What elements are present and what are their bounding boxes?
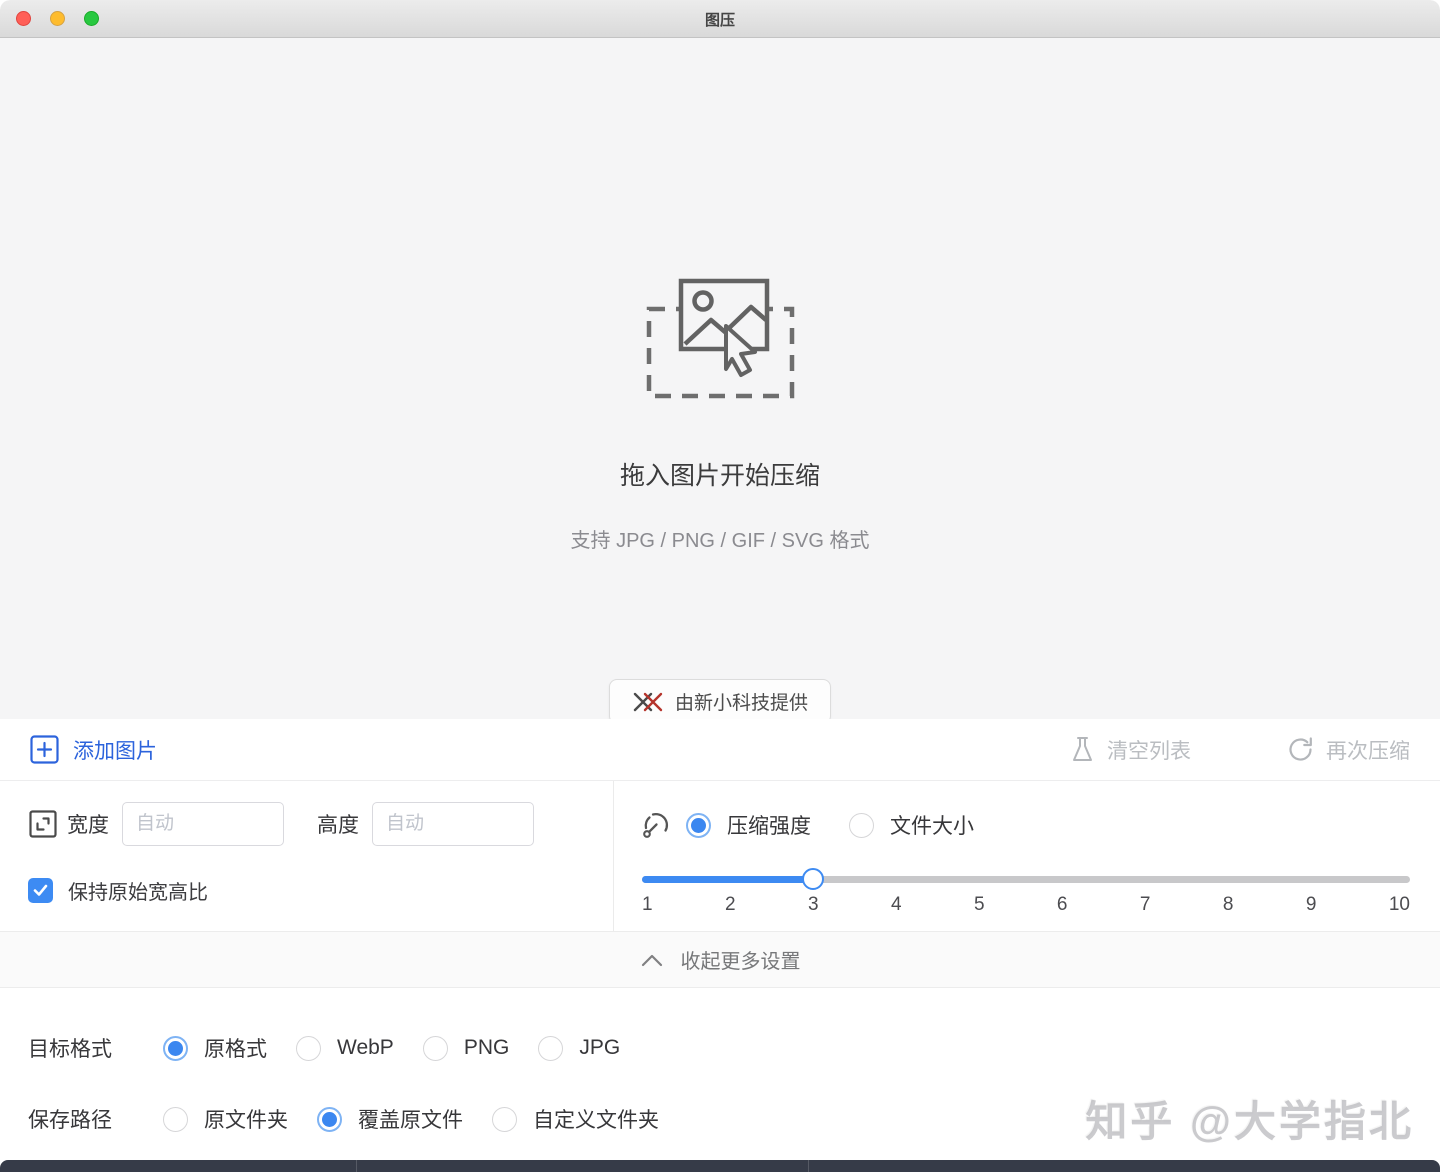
strength-slider[interactable] xyxy=(642,868,1410,890)
compression-mode-row: 压缩强度 文件大小 xyxy=(640,803,974,847)
format-option-jpg[interactable]: JPG xyxy=(538,1035,621,1061)
format-original-label: 原格式 xyxy=(204,1038,267,1061)
format-option-png[interactable]: PNG xyxy=(422,1035,510,1061)
path-option-overwrite[interactable]: 覆盖原文件 xyxy=(317,1104,463,1134)
target-format-row: 目标格式 原格式 WebP PNG JPG xyxy=(28,1026,649,1070)
dark-bar-separator xyxy=(808,1160,809,1172)
radio-format-webp[interactable] xyxy=(296,1035,321,1061)
bottom-dark-bar xyxy=(0,1160,1440,1172)
target-format-label: 目标格式 xyxy=(28,1038,112,1061)
settings-panel: 宽度 高度 保持原始宽高比 压缩 xyxy=(0,781,1440,931)
more-settings-panel: 目标格式 原格式 WebP PNG JPG 保存路径 原文件夹 覆盖原文件 自定… xyxy=(0,988,1440,1160)
flask-icon xyxy=(1070,736,1095,763)
drop-zone-subtitle: 支持 JPG / PNG / GIF / SVG 格式 xyxy=(570,530,870,552)
drop-zone[interactable]: 拖入图片开始压缩 支持 JPG / PNG / GIF / SVG 格式 由新小… xyxy=(0,38,1440,724)
path-original-folder-label: 原文件夹 xyxy=(204,1109,288,1132)
height-input[interactable] xyxy=(372,802,534,846)
width-input[interactable] xyxy=(122,802,284,846)
save-path-row: 保存路径 原文件夹 覆盖原文件 自定义文件夹 xyxy=(28,1097,688,1141)
tick-5: 5 xyxy=(973,894,985,915)
provider-button-label: 由新小科技提供 xyxy=(674,693,809,714)
tick-10: 10 xyxy=(1388,894,1410,915)
file-size-label: 文件大小 xyxy=(890,815,974,838)
tick-3: 3 xyxy=(807,894,819,915)
format-webp-label: WebP xyxy=(337,1036,394,1059)
clear-list-label: 清空列表 xyxy=(1107,739,1191,763)
compress-again-button[interactable]: 再次压缩 xyxy=(1287,735,1410,765)
path-option-original-folder[interactable]: 原文件夹 xyxy=(163,1104,288,1134)
path-option-custom-folder[interactable]: 自定义文件夹 xyxy=(492,1104,659,1134)
radio-path-original-folder[interactable] xyxy=(163,1106,188,1132)
format-jpg-label: JPG xyxy=(579,1036,621,1059)
compress-again-label: 再次压缩 xyxy=(1326,739,1410,763)
toolbar: 添加图片 清空列表 再次压缩 xyxy=(0,719,1440,781)
save-path-label: 保存路径 xyxy=(28,1109,112,1132)
slider-tick-labels: 1 2 3 4 5 6 7 8 9 10 xyxy=(642,894,1410,916)
resize-corners-icon xyxy=(28,809,58,839)
check-icon xyxy=(33,884,48,896)
tick-9: 9 xyxy=(1305,894,1317,915)
window-title: 图压 xyxy=(704,11,735,29)
add-images-button[interactable]: 添加图片 xyxy=(30,735,157,765)
drop-zone-title: 拖入图片开始压缩 xyxy=(619,462,820,490)
compression-strength-label: 压缩强度 xyxy=(727,815,811,838)
tick-7: 7 xyxy=(1139,894,1151,915)
format-png-label: PNG xyxy=(463,1036,510,1059)
plus-square-icon xyxy=(30,735,59,764)
tick-2: 2 xyxy=(724,894,736,915)
chevron-up-icon xyxy=(640,953,664,967)
width-label: 宽度 xyxy=(67,814,109,837)
app-window: 图压 拖入图片开始压缩 支持 JPG / PNG / GIF / SVG 格式 … xyxy=(0,0,1440,1172)
path-custom-folder-label: 自定义文件夹 xyxy=(533,1109,659,1132)
slider-handle[interactable] xyxy=(802,868,824,890)
collapse-settings-bar[interactable]: 收起更多设置 xyxy=(0,931,1440,988)
double-x-logo-icon xyxy=(632,691,664,713)
size-row: 宽度 高度 xyxy=(28,802,534,846)
keep-ratio-row: 保持原始宽高比 xyxy=(28,876,208,905)
path-overwrite-label: 覆盖原文件 xyxy=(358,1109,463,1132)
gauge-icon xyxy=(640,809,672,841)
radio-format-original[interactable] xyxy=(163,1035,188,1061)
radio-path-overwrite[interactable] xyxy=(317,1106,342,1132)
tick-8: 8 xyxy=(1222,894,1234,915)
keep-ratio-checkbox[interactable] xyxy=(28,878,53,903)
keep-ratio-label: 保持原始宽高比 xyxy=(68,882,208,904)
tick-4: 4 xyxy=(890,894,902,915)
radio-format-jpg[interactable] xyxy=(538,1035,564,1061)
watermark-text: 知乎 @大学指北 xyxy=(1085,1098,1414,1145)
dark-bar-separator xyxy=(356,1160,357,1172)
tick-6: 6 xyxy=(1056,894,1068,915)
radio-format-png[interactable] xyxy=(422,1035,448,1061)
title-bar: 图压 xyxy=(0,0,1440,38)
radio-compression-strength[interactable] xyxy=(686,812,711,838)
slider-fill xyxy=(642,876,816,883)
clear-list-button[interactable]: 清空列表 xyxy=(1070,735,1191,765)
format-option-webp[interactable]: WebP xyxy=(296,1035,394,1061)
collapse-settings-label: 收起更多设置 xyxy=(680,951,801,973)
panel-divider xyxy=(613,781,614,931)
refresh-icon xyxy=(1287,736,1314,763)
drop-image-icon xyxy=(645,278,795,400)
tick-1: 1 xyxy=(642,894,653,915)
height-label: 高度 xyxy=(317,814,359,837)
provider-button[interactable]: 由新小科技提供 xyxy=(608,679,832,724)
add-images-label: 添加图片 xyxy=(73,739,157,763)
radio-file-size[interactable] xyxy=(849,812,874,838)
format-option-original[interactable]: 原格式 xyxy=(163,1033,267,1063)
radio-path-custom-folder[interactable] xyxy=(492,1106,517,1132)
